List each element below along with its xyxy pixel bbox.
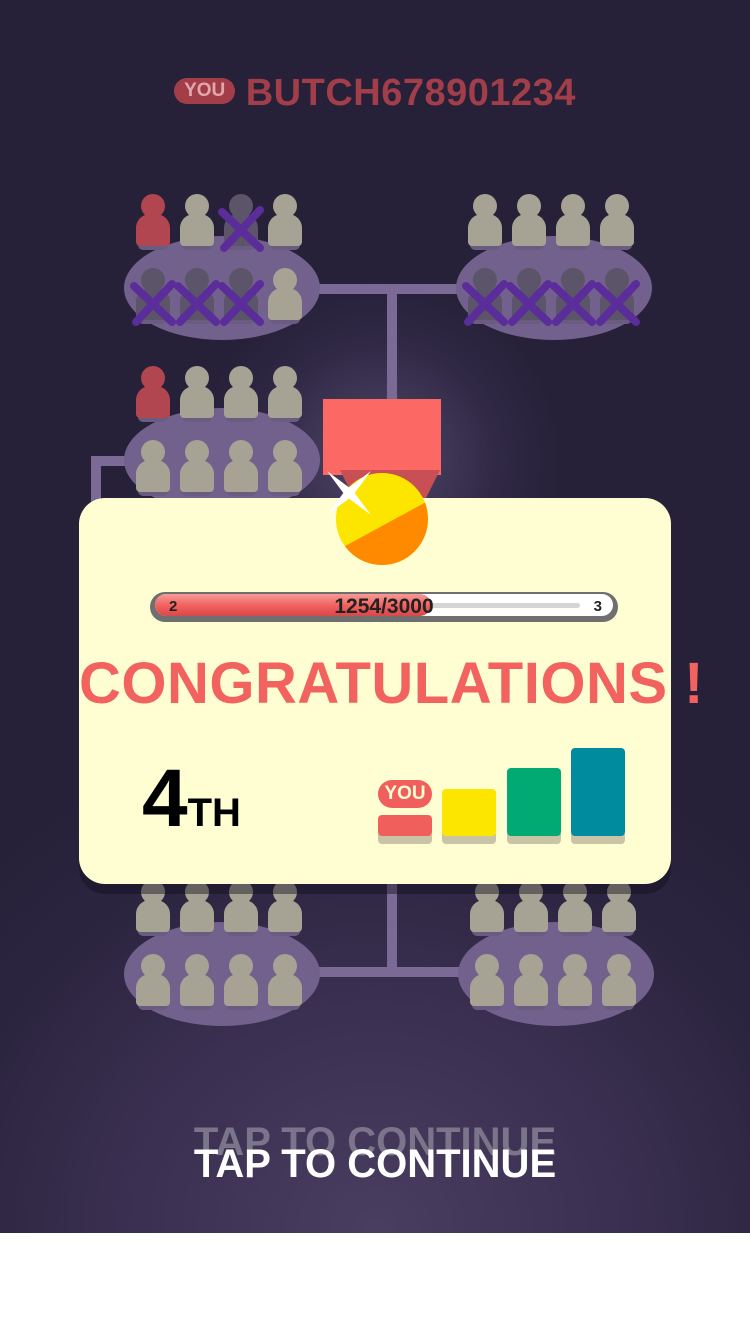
player-pawn — [136, 440, 170, 496]
podium-bar-4th — [378, 815, 432, 836]
eliminated-x-icon — [550, 280, 596, 326]
table-mid-left — [124, 356, 320, 516]
eliminated-x-icon — [130, 280, 176, 326]
podium-bar-1st — [571, 748, 625, 836]
player-pawn — [470, 954, 504, 1010]
eliminated-x-icon — [462, 280, 508, 326]
player-pawn-you — [136, 366, 170, 422]
eliminated-x-icon — [218, 280, 264, 326]
player-pawn — [180, 366, 214, 422]
player-pawn — [180, 194, 214, 250]
player-pawn — [602, 954, 636, 1010]
player-header: YOU BUTCH678901234 — [0, 72, 750, 115]
podium-you-badge: YOU — [378, 780, 432, 808]
player-pawn-eliminated — [506, 268, 552, 326]
table-bottom-left — [124, 870, 320, 1030]
table-top-left — [124, 184, 320, 344]
eliminated-x-icon — [506, 280, 552, 326]
player-pawn-eliminated — [130, 268, 176, 326]
player-pawn — [268, 880, 302, 936]
table-top-right — [456, 184, 652, 344]
player-pawn-eliminated — [174, 268, 220, 326]
sparkle-icon — [327, 471, 371, 515]
rank-number: 4 — [142, 753, 188, 844]
congratulations-title: CONGRATULATIONS ! — [79, 651, 704, 716]
player-pawn — [180, 440, 214, 496]
game-screen[interactable]: YOU BUTCH678901234 2 3 1254/3000 CONGRAT… — [0, 0, 750, 1233]
player-pawn — [136, 880, 170, 936]
player-pawn — [224, 366, 258, 422]
player-pawn-you — [136, 194, 170, 250]
player-pawn — [556, 194, 590, 250]
player-pawn-eliminated — [462, 268, 508, 326]
player-pawn — [558, 880, 592, 936]
player-pawn — [468, 194, 502, 250]
player-pawn — [136, 954, 170, 1010]
rank-suffix: TH — [187, 791, 241, 835]
eliminated-x-icon — [594, 280, 640, 326]
player-pawn — [180, 954, 214, 1010]
player-pawn — [470, 880, 504, 936]
player-pawn — [268, 440, 302, 496]
podium-bar-3rd — [442, 789, 496, 836]
player-pawn — [224, 440, 258, 496]
progress-score: 1254/3000 — [334, 595, 434, 618]
podium-bar-2nd — [507, 768, 561, 836]
player-pawn — [224, 880, 258, 936]
rank-display: 4TH — [142, 752, 241, 846]
player-pawn — [268, 268, 302, 324]
player-pawn-eliminated — [594, 268, 640, 326]
tap-to-continue-button[interactable]: TAP TO CONTINUE — [0, 1142, 750, 1187]
player-pawn — [268, 194, 302, 250]
player-pawn-eliminated — [550, 268, 596, 326]
player-pawn — [600, 194, 634, 250]
player-pawn — [224, 954, 258, 1010]
eliminated-x-icon — [174, 280, 220, 326]
player-pawn — [268, 954, 302, 1010]
level-progress-bar: 2 3 1254/3000 — [150, 590, 618, 624]
player-pawn — [602, 880, 636, 936]
player-pawn — [512, 194, 546, 250]
player-pawn-eliminated — [218, 194, 264, 252]
player-pawn — [514, 954, 548, 1010]
player-pawn — [180, 880, 214, 936]
player-name: BUTCH678901234 — [245, 72, 576, 114]
player-pawn — [268, 366, 302, 422]
table-bottom-right — [458, 870, 654, 1030]
player-pawn-eliminated — [218, 268, 264, 326]
player-pawn — [514, 880, 548, 936]
eliminated-x-icon — [218, 206, 264, 252]
you-badge: YOU — [174, 77, 236, 104]
player-pawn — [558, 954, 592, 1010]
